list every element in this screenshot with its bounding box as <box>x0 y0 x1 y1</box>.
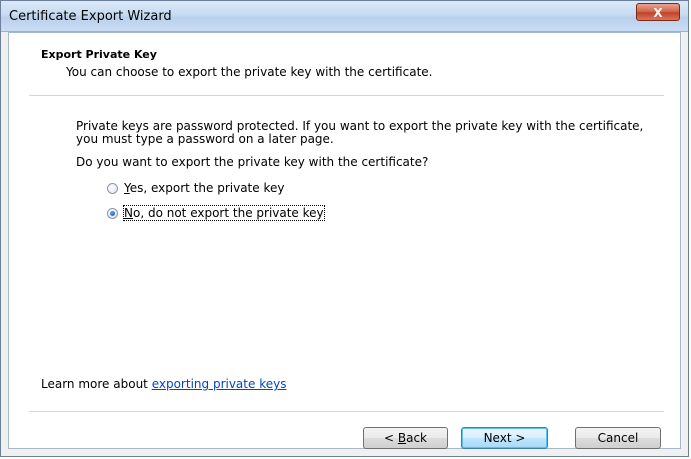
close-button[interactable]: X <box>636 3 680 21</box>
radio-no[interactable] <box>107 207 118 219</box>
option-no-label-rest: o, do not export the private key <box>132 206 324 220</box>
back-button[interactable]: < Back <box>363 427 448 449</box>
info-text: Private keys are password protected. If … <box>76 119 644 146</box>
close-icon: X <box>653 6 663 20</box>
option-no-mnemonic: N <box>124 206 133 220</box>
wizard-page: Export Private Key You can choose to exp… <box>8 32 681 449</box>
option-yes-label-rest: es, export the private key <box>129 181 285 195</box>
option-yes[interactable]: Yes, export the private key <box>107 180 284 196</box>
window-title: Certificate Export Wizard <box>9 9 172 24</box>
cancel-button[interactable]: Cancel <box>575 427 661 449</box>
radio-yes[interactable] <box>107 182 118 194</box>
learn-more-link[interactable]: exporting private keys <box>152 377 287 391</box>
page-header: Export Private Key You can choose to exp… <box>9 33 680 95</box>
option-no[interactable]: No, do not export the private key <box>107 205 325 221</box>
learn-more-prefix: Learn more about <box>41 377 152 391</box>
next-button[interactable]: Next > <box>461 427 548 449</box>
title-bar[interactable]: Certificate Export Wizard X <box>1 1 688 32</box>
question-text: Do you want to export the private key wi… <box>76 155 429 169</box>
header-divider <box>29 95 664 97</box>
back-button-rest: ack <box>406 431 427 445</box>
back-button-prefix: < <box>383 431 398 445</box>
footer-divider <box>29 411 664 413</box>
option-yes-label[interactable]: Yes, export the private key <box>124 181 284 195</box>
page-title: Export Private Key <box>41 48 157 61</box>
option-no-label[interactable]: No, do not export the private key <box>123 205 325 221</box>
back-button-mnemonic: B <box>397 431 407 445</box>
page-subtitle: You can choose to export the private key… <box>66 65 433 79</box>
wizard-window: Certificate Export Wizard X Export Priva… <box>0 0 689 457</box>
learn-more: Learn more about exporting private keys <box>41 377 286 391</box>
